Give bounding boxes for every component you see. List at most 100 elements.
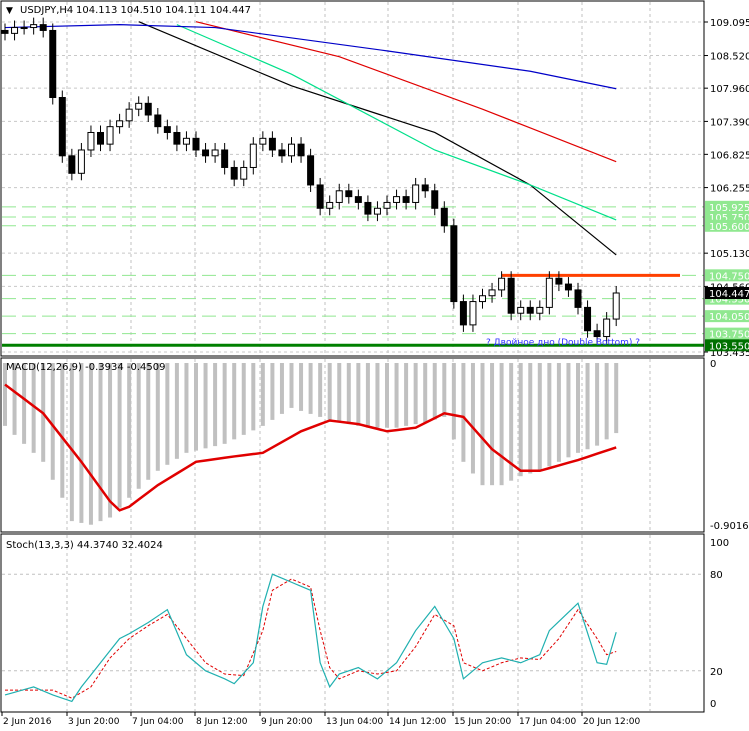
bear-candle — [364, 201, 372, 215]
stoch-panel — [4, 573, 617, 703]
macd-histogram-bar — [404, 363, 409, 426]
macd-histogram-bar — [585, 363, 590, 450]
bull-candle — [479, 295, 486, 303]
moving-average-line — [4, 24, 617, 90]
macd-histogram-bar — [194, 363, 198, 451]
time-tick-label: 14 Jun 12:00 — [389, 717, 446, 727]
time-tick-label: 20 Jun 12:00 — [583, 717, 640, 727]
bull-candle — [77, 149, 85, 174]
bull-candle — [603, 318, 611, 338]
macd-histogram-bar — [451, 363, 456, 440]
bull-candle — [498, 277, 506, 291]
macd-histogram-bar — [79, 363, 84, 523]
macd-histogram-bar — [385, 363, 389, 428]
bear-candle — [230, 166, 238, 180]
macd-histogram-bar — [155, 363, 160, 471]
bull-candle — [612, 292, 620, 320]
stoch-tick-label: 0 — [710, 699, 716, 710]
stoch-tick-label: 20 — [710, 667, 723, 678]
bear-candle — [268, 137, 276, 151]
macd-histogram-bar — [308, 363, 313, 414]
bull-candle — [488, 289, 496, 297]
macd-histogram-bar — [22, 363, 27, 444]
macd-histogram-bar — [604, 363, 609, 440]
time-tick-label: 2 Jun 2016 — [3, 717, 52, 727]
macd-histogram-bar — [614, 363, 619, 434]
macd-histogram-bar — [127, 363, 132, 498]
macd-histogram-bar — [442, 363, 447, 417]
time-tick-label: 7 Jun 04:00 — [132, 717, 184, 727]
level-label: 104.750 — [709, 271, 749, 282]
bear-candle — [316, 184, 324, 209]
macd-histogram-bar — [60, 363, 65, 498]
macd-panel — [3, 363, 619, 525]
bear-candle — [297, 143, 305, 157]
macd-histogram-bar — [318, 363, 323, 417]
bear-candle — [173, 131, 181, 145]
macd-histogram-bar — [146, 363, 151, 480]
macd-histogram-bar — [260, 363, 265, 426]
bull-candle — [240, 166, 248, 180]
price-tick-label: 105.130 — [710, 249, 749, 260]
bear-candle — [1, 29, 9, 34]
macd-histogram-bar — [108, 363, 113, 518]
moving-average-line — [195, 21, 617, 163]
macd-histogram-bar — [576, 363, 580, 453]
macd-histogram-bar — [346, 363, 351, 425]
macd-histogram-bar — [251, 363, 256, 431]
pattern-annotation: ? Двойное дно (Double Bottom) ? — [486, 338, 640, 348]
bear-candle — [192, 137, 200, 151]
chart-canvas[interactable]: 109.095 108.520 107.960 107.390 106.825 106.2… — [0, 0, 749, 731]
bull-candle — [30, 24, 38, 29]
level-label: 105.600 — [709, 222, 749, 233]
bull-candle — [249, 143, 257, 168]
bear-candle — [221, 149, 229, 168]
macd-histogram-bar — [423, 363, 428, 423]
bull-candle — [135, 102, 143, 110]
symbol-label: USDJPY,H4 — [20, 5, 73, 16]
macd-histogram-bar — [528, 363, 533, 474]
macd-histogram-bar — [136, 363, 141, 489]
macd-histogram-bar — [88, 363, 93, 525]
bull-candle — [106, 126, 114, 145]
bull-candle — [545, 277, 553, 308]
price-panel — [1, 17, 704, 347]
bear-candle — [144, 102, 152, 116]
macd-histogram-bar — [375, 363, 380, 428]
bear-candle — [39, 24, 47, 31]
macd-histogram-bar — [241, 363, 246, 435]
bull-candle — [11, 27, 19, 34]
macd-histogram-bar — [470, 363, 475, 474]
bear-candle — [154, 114, 162, 128]
macd-histogram-bar — [232, 363, 237, 440]
bear-candle — [278, 149, 286, 157]
bear-candle — [163, 126, 171, 133]
dropdown-arrow-icon[interactable]: ▼ — [6, 6, 13, 16]
macd-histogram-bar — [327, 363, 332, 420]
macd-histogram-bar — [50, 363, 55, 480]
macd-histogram-bar — [556, 363, 561, 462]
bear-candle — [584, 306, 592, 332]
stoch-panel-frame — [0, 533, 705, 713]
macd-histogram-bar — [356, 363, 361, 426]
macd-histogram-bar — [299, 363, 304, 411]
bull-candle — [288, 143, 295, 157]
price-tick-label: 107.960 — [710, 84, 749, 95]
macd-histogram-bar — [518, 363, 523, 477]
bear-candle — [507, 277, 515, 314]
price-panel-frame — [0, 0, 705, 357]
macd-histogram-bar — [289, 363, 294, 408]
stoch-d-line — [5, 578, 617, 699]
macd-histogram-bar — [566, 363, 571, 458]
macd-histogram-bar — [165, 363, 170, 465]
bear-candle — [58, 97, 66, 157]
macd-histogram-bar — [413, 363, 418, 425]
time-tick-label: 8 Jun 12:00 — [196, 717, 248, 727]
bear-candle — [421, 184, 429, 192]
macd-tick-label: 0 — [710, 359, 716, 370]
macd-histogram-bar — [547, 363, 552, 467]
bull-candle — [125, 108, 133, 122]
bear-candle — [431, 190, 439, 209]
bear-candle — [345, 190, 353, 198]
stoch-k-line — [4, 573, 617, 703]
